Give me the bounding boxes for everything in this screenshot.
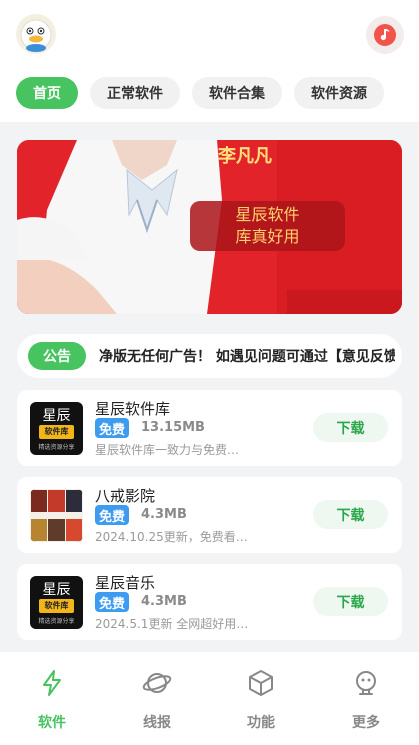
music-note-icon (374, 24, 396, 46)
app-card[interactable]: 八戒影院 免费 4.3MB 2024.10.25更新，免费看… 下载 (17, 477, 402, 553)
app-icon-badge: 软件库 (39, 599, 74, 613)
nav-item-functions[interactable]: 功能 (226, 668, 296, 732)
free-tag: 免费 (95, 505, 129, 525)
app-size: 4.3MB (141, 507, 187, 522)
top-bar: 首页 正常软件 软件合集 软件资源 (0, 0, 419, 122)
app-icon-badge: 软件库 (39, 425, 74, 439)
nav-label: 功能 (247, 715, 275, 731)
app-icon-title: 星辰 (42, 408, 71, 424)
category-tabs: 首页 正常软件 软件合集 软件资源 (16, 77, 384, 109)
nav-item-software[interactable]: 软件 (17, 668, 87, 732)
nav-label: 更多 (352, 715, 380, 731)
planet-icon (142, 673, 172, 693)
app-title: 星辰软件库 (95, 400, 171, 418)
app-icon-xingchen: 星辰 软件库 精选资源分享 (30, 402, 83, 455)
nav-label: 线报 (143, 715, 171, 731)
banner-slogan-line1: 星辰软件 (235, 205, 300, 224)
notice-badge: 公告 (28, 342, 86, 370)
nav-item-more[interactable]: 更多 (331, 668, 401, 732)
app-icon-footer: 精选资源分享 (38, 618, 75, 625)
app-title: 星辰音乐 (95, 574, 156, 592)
download-button[interactable]: 下载 (313, 587, 388, 616)
app-description: 星辰软件库一致力与免费… (95, 443, 240, 457)
free-tag: 免费 (95, 418, 129, 438)
app-size: 4.3MB (141, 594, 187, 609)
app-icon-footer: 精选资源分享 (38, 444, 75, 451)
movie-posters-icon (30, 489, 83, 542)
banner-slogan: 星辰软件 库真好用 (190, 201, 345, 251)
banner-slogan-line2: 库真好用 (235, 227, 300, 246)
app-icon-title: 星辰 (42, 582, 71, 598)
banner-name: 李凡凡 (218, 146, 272, 167)
bottom-nav: 软件 线报 功能 更多 (0, 652, 419, 745)
duck-avatar-icon (20, 19, 52, 52)
app-card[interactable]: 星辰 软件库 精选资源分享 星辰软件库 免费 13.15MB 星辰软件库一致力与… (17, 390, 402, 466)
tab-software-resources[interactable]: 软件资源 (294, 77, 384, 109)
app-description: 2024.5.1更新 全网超好用… (95, 617, 249, 631)
download-button[interactable]: 下载 (313, 413, 388, 442)
app-icon-bajie (30, 489, 83, 542)
music-button[interactable] (366, 16, 404, 54)
tab-home[interactable]: 首页 (16, 77, 78, 109)
app-title: 八戒影院 (95, 487, 156, 505)
lightning-icon (43, 670, 61, 696)
app-icon-xingchen-music: 星辰 软件库 精选资源分享 (30, 576, 83, 629)
tab-software-collection[interactable]: 软件合集 (192, 77, 282, 109)
free-tag: 免费 (95, 592, 129, 612)
avatar[interactable] (16, 14, 56, 54)
download-button[interactable]: 下载 (313, 500, 388, 529)
nav-label: 软件 (38, 715, 66, 731)
cube-icon (249, 670, 273, 696)
app-card[interactable]: 星辰 软件库 精选资源分享 星辰音乐 免费 4.3MB 2024.5.1更新 全… (17, 564, 402, 640)
robot-icon (356, 671, 376, 695)
app-description: 2024.10.25更新，免费看… (95, 530, 248, 544)
tab-normal-software[interactable]: 正常软件 (90, 77, 180, 109)
notice-text: 净版无任何广告！ 如遇见问题可通过【意见反馈 (99, 349, 395, 365)
nav-item-news[interactable]: 线报 (122, 668, 192, 732)
app-size: 13.15MB (141, 420, 205, 435)
notice-bar[interactable]: 公告 净版无任何广告！ 如遇见问题可通过【意见反馈 (17, 334, 402, 378)
